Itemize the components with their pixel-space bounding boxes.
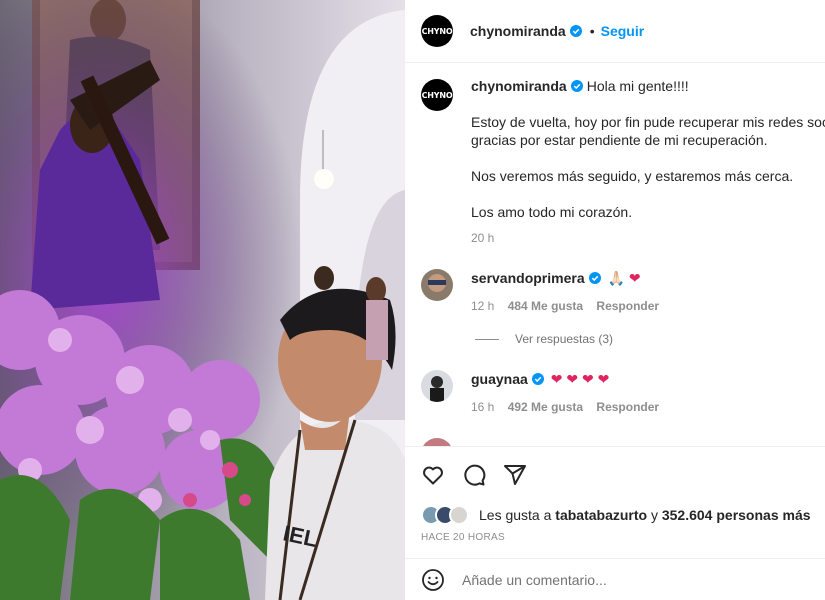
verified-badge-icon [570,80,583,92]
add-comment-bar [405,558,825,600]
reply-button[interactable]: Responder [596,299,659,313]
likes-summary[interactable]: Les gusta a tabatabazurto y 352.604 pers… [421,505,811,525]
share-icon[interactable] [503,463,527,487]
post-side-panel: CHYNO chynomiranda • Seguir CHYNO chynom… [405,0,825,600]
author-avatar[interactable]: CHYNO [421,15,453,47]
comment-avatar[interactable] [421,269,453,301]
comment-meta: 12 h 484 Me gusta Responder [471,297,669,315]
post-header: CHYNO chynomiranda • Seguir [405,0,825,63]
follow-button[interactable]: Seguir [601,23,645,39]
comment-username[interactable]: servandoprimera [471,270,585,286]
comment-time[interactable]: 16 h [471,400,494,414]
view-replies-button[interactable]: Ver respuestas (3) [475,332,613,346]
comment-avatar[interactable] [421,370,453,402]
comment-item: servandoprimera 🙏🏻 ❤ 12 h 484 Me gusta R… [421,269,821,315]
verified-badge-icon [531,373,544,385]
comment-likes[interactable]: 484 Me gusta [508,299,583,313]
caption-first-line: Hola mi gente!!!! [586,78,689,94]
verified-badge-icon [588,272,601,284]
comment-avatar[interactable] [421,438,453,446]
view-replies-label: Ver respuestas (3) [515,332,614,346]
post-timestamp[interactable]: HACE 20 HORAS [421,532,505,543]
comment-icon[interactable] [462,463,486,487]
heart-icon[interactable] [421,463,445,487]
liker-username[interactable]: tabatabazurto [555,507,647,523]
caption-paragraph-3: Los amo todo mi corazón. [471,204,633,220]
likes-text: Les gusta a tabatabazurto y 352.604 pers… [479,507,811,523]
post-image: IEL [0,0,405,600]
comment-time[interactable]: 12 h [471,299,494,313]
separator-dot: • [589,23,595,39]
caption-username[interactable]: chynomiranda [471,78,567,94]
comment-username[interactable]: guaynaa [471,371,528,387]
caption-paragraph-2: Nos veremos más seguido, y estaremos más… [471,168,794,184]
caption-avatar[interactable]: CHYNO [421,79,453,111]
comment-item: guaynaa ❤ ❤ ❤ ❤ 16 h 492 Me gusta Respon… [421,370,821,416]
verified-badge-icon [569,25,582,37]
caption-time[interactable]: 20 h [471,229,825,247]
comments-section[interactable]: CHYNO chynomiranda Hola mi gente!!!! Esto… [405,63,825,446]
post-caption: CHYNO chynomiranda Hola mi gente!!!! Esto… [421,77,825,247]
comment-text: ❤ ❤ ❤ ❤ [550,371,610,387]
comment-meta: 16 h 492 Me gusta Responder [471,398,669,416]
comment-input[interactable] [462,571,762,588]
caption-paragraph-1: Estoy de vuelta, hoy por fin pude recupe… [471,114,825,148]
liker-avatar [449,505,469,525]
comment-item-partial [421,438,821,446]
liker-avatars [421,505,473,525]
comment-likes[interactable]: 492 Me gusta [508,400,583,414]
post-actions: Les gusta a tabatabazurto y 352.604 pers… [405,446,825,558]
likes-count[interactable]: 352.604 personas más [662,507,811,523]
reply-button[interactable]: Responder [596,400,659,414]
comment-text: 🙏🏻 ❤ [607,270,641,286]
emoji-icon[interactable] [421,568,445,592]
author-username[interactable]: chynomiranda [470,23,566,39]
replies-divider [475,338,499,340]
post-photo[interactable]: IEL [0,0,405,600]
